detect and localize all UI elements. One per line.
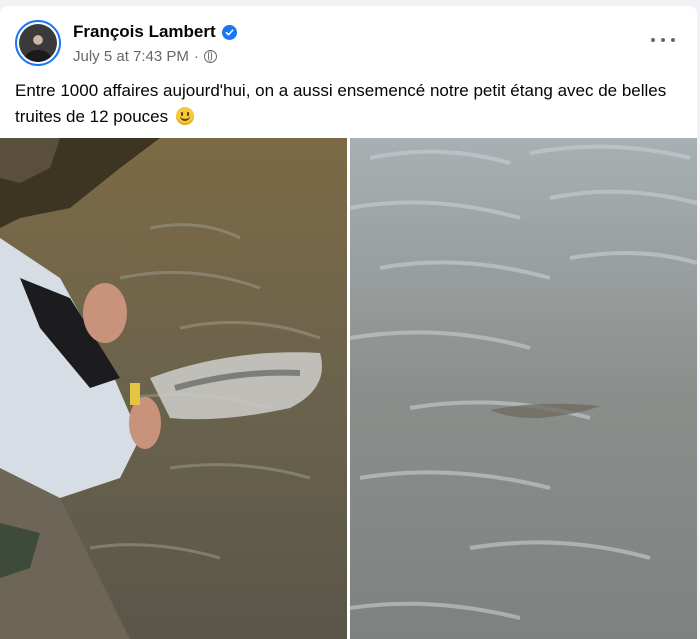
slightly-smiling-face-icon [175,107,194,125]
more-options-icon[interactable] [651,32,675,48]
verified-badge-icon [221,24,237,40]
meta-separator: · [193,48,199,65]
post-card: François Lambert July 5 at 7:43 PM · Ent… [0,6,697,639]
post-photo-2[interactable] [350,138,697,639]
author-avatar[interactable] [15,20,61,66]
avatar-image [19,24,57,62]
post-header: François Lambert [73,22,237,42]
author-name[interactable]: François Lambert [73,22,216,42]
post-body: Entre 1000 affaires aujourd'hui, on a au… [15,78,685,130]
post-meta: July 5 at 7:43 PM · [73,48,217,65]
post-photo-1[interactable] [0,138,347,639]
globe-icon[interactable] [203,50,217,63]
post-timestamp[interactable]: July 5 at 7:43 PM [73,48,189,65]
post-text: Entre 1000 affaires aujourd'hui, on a au… [15,81,667,126]
